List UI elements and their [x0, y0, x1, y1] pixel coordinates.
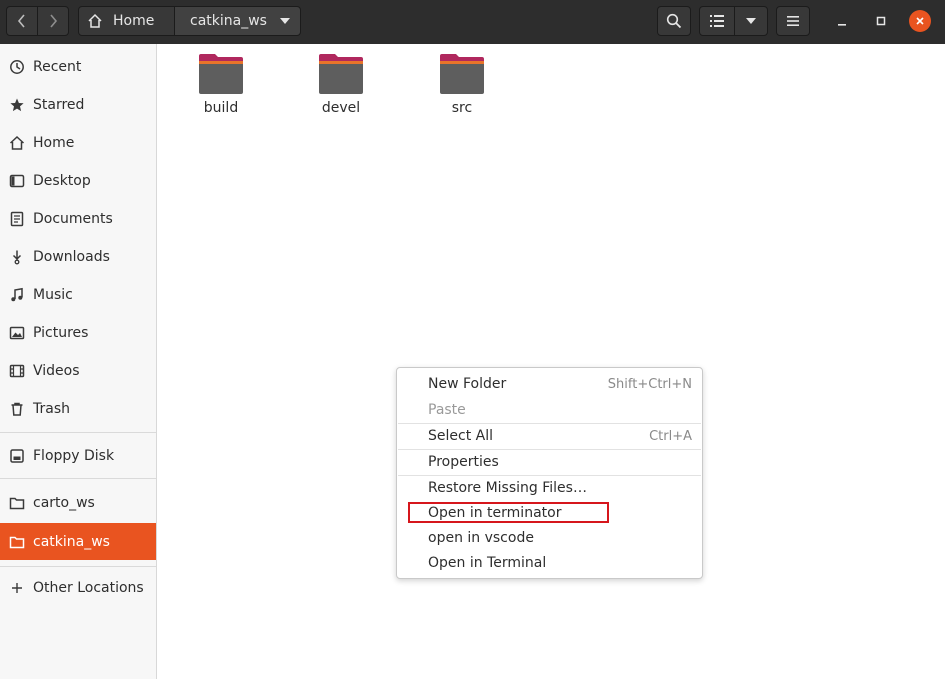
- menu-item-shortcut: Ctrl+A: [649, 428, 692, 444]
- file-name: devel: [321, 100, 361, 116]
- maximize-button[interactable]: [870, 10, 892, 32]
- menu-item-label: Paste: [428, 402, 466, 418]
- folder-build[interactable]: build: [181, 52, 261, 116]
- sidebar-item-pictures[interactable]: Pictures: [0, 316, 156, 350]
- close-icon: [916, 17, 924, 25]
- chevron-down-icon: [746, 18, 756, 24]
- home-icon: [8, 134, 26, 152]
- picture-icon: [8, 324, 26, 342]
- sidebar-item-label: Trash: [33, 401, 70, 417]
- breadcrumb-current[interactable]: catkina_ws: [174, 6, 301, 36]
- sidebar-item-label: Recent: [33, 59, 82, 75]
- sidebar-item-downloads[interactable]: Downloads: [0, 240, 156, 274]
- star-icon: [8, 96, 26, 114]
- folder-icon: [197, 52, 245, 96]
- sidebar-item-label: Downloads: [33, 249, 110, 265]
- menu-item-properties[interactable]: Properties: [397, 450, 702, 474]
- sidebar-item-label: catkina_ws: [33, 533, 110, 550]
- folder-icon: [8, 533, 26, 551]
- sidebar-item-label: Starred: [33, 97, 85, 113]
- trash-icon: [8, 400, 26, 418]
- sidebar-item-desktop[interactable]: Desktop: [0, 164, 156, 198]
- video-icon: [8, 362, 26, 380]
- folder-devel[interactable]: devel: [301, 52, 381, 116]
- folder-icon: [438, 52, 486, 96]
- menu-item-label: Restore Missing Files…: [428, 480, 587, 496]
- menu-item-label: New Folder: [428, 376, 507, 392]
- menu-item-open-in-terminal[interactable]: Open in Terminal: [397, 551, 702, 575]
- sidebar-item-label: Home: [33, 135, 75, 151]
- sidebar-item-trash[interactable]: Trash: [0, 392, 156, 426]
- clock-icon: [8, 58, 26, 76]
- sidebar-item-label: Documents: [33, 211, 113, 227]
- chevron-down-icon: [280, 18, 290, 24]
- minimize-icon: [838, 24, 846, 26]
- sidebar-item-videos[interactable]: Videos: [0, 354, 156, 388]
- menu-item-open-in-vscode[interactable]: open in vscode: [397, 526, 702, 550]
- sidebar-item-label: Desktop: [33, 173, 91, 189]
- chevron-right-icon: [50, 14, 58, 28]
- sidebar-item-starred[interactable]: Starred: [0, 88, 156, 122]
- hamburger-menu-icon: [787, 16, 799, 26]
- desktop-icon: [8, 172, 26, 190]
- menu-item-shortcut: Shift+Ctrl+N: [607, 376, 692, 392]
- sidebar-item-label: Pictures: [33, 325, 89, 341]
- sidebar-item-label: Floppy Disk: [33, 448, 115, 464]
- menu-item-new-folder[interactable]: New Folder Shift+Ctrl+N: [397, 372, 702, 396]
- drive-icon: [8, 447, 26, 465]
- folder-src[interactable]: src: [422, 52, 502, 116]
- forward-button[interactable]: [37, 6, 69, 36]
- maximize-icon: [876, 16, 886, 26]
- context-menu: New Folder Shift+Ctrl+N Paste Select All…: [396, 367, 703, 579]
- main-menu-button[interactable]: [776, 6, 810, 36]
- folder-icon: [8, 494, 26, 512]
- search-button[interactable]: [657, 6, 691, 36]
- menu-item-label: Properties: [428, 454, 499, 470]
- sidebar: Recent Starred Home Desktop Documents Do…: [0, 44, 157, 679]
- sidebar-item-floppy-disk[interactable]: Floppy Disk: [0, 439, 156, 473]
- menu-item-restore-missing-files[interactable]: Restore Missing Files…: [397, 476, 702, 500]
- sidebar-item-label: Other Locations: [33, 580, 144, 596]
- menu-item-label: open in vscode: [428, 530, 534, 546]
- download-icon: [8, 248, 26, 266]
- sidebar-item-label: carto_ws: [33, 495, 95, 511]
- home-icon: [88, 13, 102, 28]
- sidebar-divider: [0, 566, 156, 567]
- close-button[interactable]: [909, 10, 931, 32]
- search-icon: [666, 13, 682, 29]
- document-icon: [8, 210, 26, 228]
- header-bar: Home catkina_ws: [0, 0, 945, 44]
- view-options-button[interactable]: [734, 6, 768, 36]
- menu-item-label: Select All: [428, 428, 493, 444]
- chevron-left-icon: [17, 14, 25, 28]
- folder-icon: [317, 52, 365, 96]
- breadcrumb-home[interactable]: Home: [78, 6, 175, 36]
- sidebar-item-label: Videos: [33, 363, 80, 379]
- sidebar-item-catkina-ws[interactable]: catkina_ws: [0, 523, 156, 560]
- plus-icon: [8, 579, 26, 597]
- sidebar-item-home[interactable]: Home: [0, 126, 156, 160]
- sidebar-item-recent[interactable]: Recent: [0, 50, 156, 84]
- file-name: build: [203, 100, 239, 116]
- sidebar-item-carto-ws[interactable]: carto_ws: [0, 486, 156, 520]
- sidebar-divider: [0, 478, 156, 479]
- breadcrumb-current-label: catkina_ws: [190, 13, 267, 29]
- file-name: src: [451, 100, 473, 116]
- music-icon: [8, 286, 26, 304]
- sidebar-divider: [0, 432, 156, 433]
- list-view-icon: [710, 15, 724, 27]
- sidebar-item-music[interactable]: Music: [0, 278, 156, 312]
- annotation-highlight-box: [408, 502, 609, 523]
- menu-item-paste[interactable]: Paste: [397, 398, 702, 422]
- minimize-button[interactable]: [831, 10, 853, 32]
- breadcrumb-home-label: Home: [113, 13, 155, 29]
- list-view-button[interactable]: [699, 6, 735, 36]
- sidebar-item-documents[interactable]: Documents: [0, 202, 156, 236]
- menu-item-label: Open in Terminal: [428, 555, 547, 571]
- menu-item-select-all[interactable]: Select All Ctrl+A: [397, 424, 702, 448]
- back-button[interactable]: [6, 6, 38, 36]
- sidebar-item-label: Music: [33, 287, 73, 303]
- sidebar-item-other-locations[interactable]: Other Locations: [0, 571, 156, 605]
